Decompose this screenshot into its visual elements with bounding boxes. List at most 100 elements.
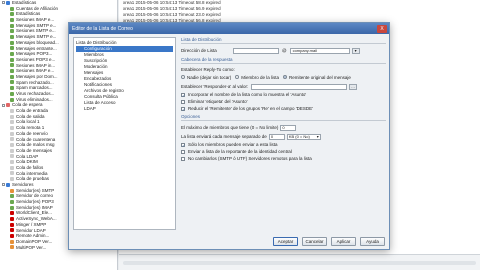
status-icon xyxy=(6,103,10,108)
radio-button[interactable] xyxy=(235,75,240,79)
status-icon xyxy=(10,57,14,62)
status-icon xyxy=(10,63,14,68)
reply-section: Establecer Reply-To como: Nadie (dejar s… xyxy=(181,63,386,112)
status-icon xyxy=(10,199,14,204)
dialog-title: Editor de la Lista de Correo xyxy=(72,25,133,32)
status-icon xyxy=(10,29,14,34)
expand-icon[interactable] xyxy=(2,183,5,187)
help-button[interactable]: Ayuda xyxy=(360,237,385,246)
mailing-list-editor-dialog: Editor de la Lista de Correo X Lista de … xyxy=(68,22,390,250)
status-icon xyxy=(10,23,14,28)
status-icon xyxy=(10,40,14,45)
checkbox[interactable] xyxy=(181,99,185,104)
checkbox-row[interactable]: Enviar a lista de la reportante de la id… xyxy=(181,148,386,155)
cancel-button[interactable]: Cancelar xyxy=(302,237,327,246)
reply-to-option[interactable]: Remitente original del mensaje xyxy=(283,75,351,80)
radio-label: Miembro de la lista xyxy=(241,74,280,80)
status-icon xyxy=(10,228,14,233)
status-icon xyxy=(10,177,14,182)
status-icon xyxy=(10,194,14,199)
address-input[interactable] xyxy=(233,47,279,54)
checkbox-label: No cambiarlos (SMTP ó UTF) Servidores re… xyxy=(188,156,312,161)
status-icon xyxy=(10,17,14,22)
status-icon xyxy=(10,222,14,227)
settings-nav: Lista de Distribución Configuración Miemb… xyxy=(73,37,176,230)
checkbox-row[interactable]: Sólo los miembros pueden enviar a esta l… xyxy=(181,141,386,148)
status-icon xyxy=(10,108,14,113)
checkbox[interactable] xyxy=(181,149,185,154)
status-icon xyxy=(10,74,14,79)
address-label: Dirección de Lista xyxy=(181,48,217,53)
checkbox[interactable] xyxy=(181,106,185,111)
status-icon xyxy=(10,69,14,74)
checkbox-row[interactable]: Incorporar el nombre de la lista como lo… xyxy=(181,91,386,98)
settings-nav-item[interactable]: LDAP xyxy=(76,106,173,112)
radio-label: Remitente original del mensaje xyxy=(289,74,351,80)
list-section: Dirección de Lista @ company.mail ▾ xyxy=(181,43,386,55)
close-icon[interactable]: X xyxy=(377,24,387,33)
status-icon xyxy=(10,160,14,165)
status-icon xyxy=(10,114,14,119)
dialog-buttons: Aceptar Cancelar Aplicar Ayuda xyxy=(273,237,385,246)
radio-button[interactable] xyxy=(283,75,288,79)
reply-address-browse-button[interactable]: … xyxy=(349,83,357,90)
status-icon xyxy=(6,0,10,5)
status-icon xyxy=(10,120,14,125)
status-icon xyxy=(10,80,14,85)
at-sign: @ xyxy=(282,48,287,53)
log-status-bar xyxy=(119,254,480,270)
checkbox-label: Enviar a lista de la reportante de la id… xyxy=(188,149,292,154)
checkbox-row[interactable]: Eliminar 'etiqueta' del 'Asunto' xyxy=(181,98,386,105)
max-size-unit-select[interactable]: KB (0 = No) xyxy=(286,133,321,140)
status-icon xyxy=(10,131,14,136)
checkbox[interactable] xyxy=(181,92,185,97)
checkbox-row[interactable]: No cambiarlos (SMTP ó UTF) Servidores re… xyxy=(181,155,386,162)
checkbox-label: Sólo los miembros pueden enviar a esta l… xyxy=(188,142,278,147)
status-icon xyxy=(10,205,14,210)
domain-dropdown-button[interactable]: ▾ xyxy=(351,47,360,54)
expand-icon[interactable] xyxy=(2,103,5,107)
checkbox[interactable] xyxy=(181,142,185,147)
max-size-label: La lista enviará cada mensaje separado d… xyxy=(181,134,267,139)
status-icon xyxy=(10,216,14,221)
status-icon xyxy=(10,239,14,244)
status-icon xyxy=(10,211,14,216)
tree-item-label: MultiPOP Ver... xyxy=(16,244,47,250)
reply-to-option[interactable]: Nadie (dejar sin tocar) xyxy=(181,75,231,80)
expand-icon[interactable] xyxy=(2,1,5,5)
domain-input[interactable]: company.mail xyxy=(289,47,350,54)
status-icon xyxy=(10,171,14,176)
reply-address-input[interactable] xyxy=(251,83,347,90)
max-members-stepper[interactable]: 0 xyxy=(280,124,297,131)
status-icon xyxy=(10,188,14,193)
status-icon xyxy=(10,137,14,142)
status-icon xyxy=(6,182,10,187)
reply-address-label: Establecer 'Responder-a' al valor: xyxy=(181,84,249,89)
checkbox[interactable] xyxy=(181,156,185,161)
status-icon xyxy=(10,143,14,148)
checkbox-label: Reducir el 'Remitente' de los grupos 'Re… xyxy=(188,106,313,111)
status-icon xyxy=(10,154,14,159)
reply-to-option[interactable]: Miembro de la lista xyxy=(235,75,279,80)
status-icon xyxy=(10,12,14,17)
settings-content: Lista de Distribución Dirección de Lista… xyxy=(181,37,386,230)
horizontal-scrollbar[interactable] xyxy=(123,261,476,265)
checkbox-label: Eliminar 'etiqueta' del 'Asunto' xyxy=(188,99,248,104)
status-icon xyxy=(10,86,14,91)
max-size-stepper[interactable]: 0 xyxy=(268,133,285,140)
radio-button[interactable] xyxy=(181,75,185,79)
status-icon xyxy=(10,165,14,170)
status-icon xyxy=(10,245,14,250)
status-icon xyxy=(10,148,14,153)
status-icon xyxy=(10,46,14,51)
radio-label: Nadie (dejar sin tocar) xyxy=(187,74,232,80)
options-section: El máximo de miembros que tiene (0 = No … xyxy=(181,120,386,162)
apply-button[interactable]: Aplicar xyxy=(331,237,356,246)
status-icon xyxy=(10,97,14,102)
reply-to-label: Establecer Reply-To como: xyxy=(181,66,235,72)
checkbox-row[interactable]: Reducir el 'Remitente' de los grupos 'Re… xyxy=(181,105,386,112)
status-icon xyxy=(10,91,14,96)
ok-button[interactable]: Aceptar xyxy=(273,237,298,246)
status-icon xyxy=(10,6,14,11)
status-icon xyxy=(10,125,14,130)
